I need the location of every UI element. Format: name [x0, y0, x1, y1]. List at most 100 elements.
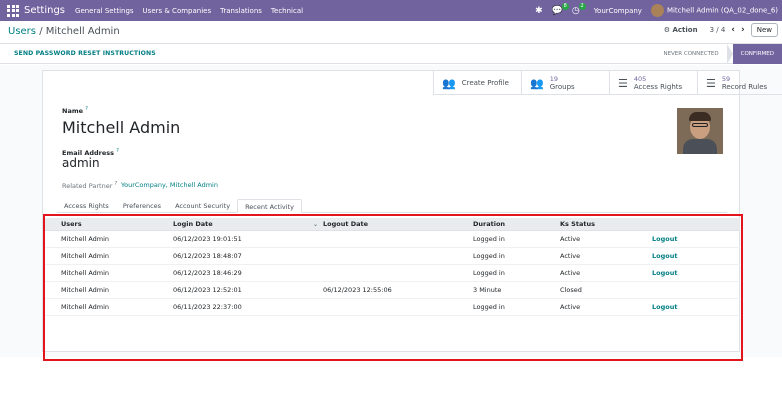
control-panel: Users / Mitchell Admin ⚙ Action 3 / 4 ‹ … [0, 21, 782, 42]
logout-button[interactable]: Logout [652, 235, 677, 243]
user-photo[interactable] [677, 108, 723, 154]
help-icon[interactable]: ? [85, 106, 88, 112]
send-password-reset-button[interactable]: SEND PASSWORD RESET INSTRUCTIONS [14, 50, 156, 57]
logout-button[interactable]: Logout [652, 252, 677, 260]
email-field[interactable]: admin [62, 156, 100, 170]
menu-general-settings[interactable]: General Settings [75, 7, 134, 15]
activity-count-badge: 2 [578, 2, 586, 10]
header-logout-date[interactable]: Logout Date [323, 220, 368, 228]
tab-access-rights[interactable]: Access Rights [57, 199, 116, 212]
breadcrumb-current: Mitchell Admin [45, 26, 120, 37]
cell-user: Mitchell Admin [61, 235, 110, 243]
new-button[interactable]: New [750, 23, 778, 37]
groups-count: 19 [549, 75, 558, 83]
chat-icon[interactable]: 💬 8 [552, 2, 569, 16]
cell-login-date: 06/12/2023 19:01:51 [173, 235, 242, 243]
logout-button[interactable]: Logout [652, 269, 677, 277]
name-label: Name ? [62, 106, 88, 116]
bug-icon[interactable]: ✱ [535, 6, 543, 16]
table-row[interactable]: Mitchell Admin 06/12/2023 18:48:07 Logged … [43, 248, 740, 265]
action-button[interactable]: ⚙ Action [664, 26, 698, 34]
notebook-tabs: Access Rights Preferences Account Securi… [57, 199, 727, 213]
cell-status: Active [560, 269, 581, 277]
breadcrumb-separator: / [36, 26, 46, 37]
help-icon[interactable]: ? [114, 181, 117, 187]
breadcrumb-users[interactable]: Users [8, 26, 36, 37]
users-icon: 👥 [530, 76, 544, 90]
record-rules-button[interactable]: ☰ 59 Record Rules [697, 71, 782, 95]
pager-value[interactable]: 3 / 4 [710, 26, 726, 34]
cell-duration: Logged in [473, 235, 505, 243]
record-rules-count: 59 [721, 75, 731, 83]
cell-status: Active [560, 235, 581, 243]
breadcrumb: Users / Mitchell Admin [8, 26, 120, 37]
cell-status: Active [560, 303, 581, 311]
header-login-date[interactable]: Login Date [173, 220, 213, 228]
cell-duration: 3 Minute [473, 286, 502, 294]
create-profile-label: Create Profile [461, 79, 509, 87]
avatar [650, 4, 664, 17]
table-header: Users Login Date ⌄ Logout Date Duration … [43, 218, 740, 231]
menu-technical[interactable]: Technical [271, 7, 303, 15]
company-switcher[interactable]: YourCompany [594, 7, 642, 15]
cell-status: Closed [560, 286, 582, 294]
partner-label: Related Partner ? [62, 181, 118, 191]
stage-confirmed[interactable]: CONFIRMED [732, 44, 782, 64]
form-sheet: 👥 Create Profile 👥 19 Groups ☰ 405 Access … [42, 70, 782, 352]
cell-login-date: 06/11/2023 22:37:00 [173, 303, 242, 311]
header-ks-status[interactable]: Ks Status [560, 220, 595, 228]
cell-user: Mitchell Admin [61, 252, 110, 260]
user-name: Mitchell Admin (QA_02_done_6) [666, 6, 778, 15]
list-icon: ☰ [706, 76, 716, 90]
access-rights-button[interactable]: ☰ 405 Access Rights [609, 71, 697, 95]
cell-duration: Logged in [473, 303, 505, 311]
user-menu[interactable]: Mitchell Admin (QA_02_done_6) [650, 4, 778, 17]
menu-translations[interactable]: Translations [220, 7, 262, 15]
cell-login-date: 06/12/2023 12:52:01 [173, 286, 242, 294]
access-rights-label: Access Rights [633, 83, 683, 91]
users-icon: 👥 [442, 76, 456, 90]
apps-menu-icon[interactable] [6, 4, 20, 18]
cell-login-date: 06/12/2023 18:46:29 [173, 269, 242, 277]
table-row[interactable]: Mitchell Admin 06/12/2023 18:46:29 Logged … [43, 265, 740, 282]
app-title[interactable]: Settings [24, 5, 65, 16]
stage-never-connected[interactable]: NEVER CONNECTED [655, 44, 726, 64]
record-rules-label: Record Rules [721, 83, 768, 91]
statusbar: SEND PASSWORD RESET INSTRUCTIONS NEVER C… [0, 43, 782, 64]
table-row[interactable]: Mitchell Admin 06/11/2023 22:37:00 Logged … [43, 299, 740, 316]
menu-users-companies[interactable]: Users & Companies [143, 7, 212, 15]
header-users[interactable]: Users [61, 220, 82, 228]
table-row[interactable]: Mitchell Admin 06/12/2023 19:01:51 Logged … [43, 231, 740, 248]
pager-next-icon[interactable]: › [741, 25, 745, 35]
cell-duration: Logged in [473, 252, 505, 260]
groups-button[interactable]: 👥 19 Groups [521, 71, 609, 95]
cell-login-date: 06/12/2023 18:48:07 [173, 252, 242, 260]
tab-recent-activity[interactable]: Recent Activity [237, 199, 302, 213]
cell-duration: Logged in [473, 269, 505, 277]
logout-button[interactable]: Logout [652, 303, 677, 311]
groups-label: Groups [549, 83, 575, 91]
table-row[interactable]: Mitchell Admin 06/12/2023 12:52:01 06/12/2… [43, 282, 740, 299]
partner-field[interactable]: YourCompany, Mitchell Admin [121, 181, 218, 189]
name-field[interactable]: Mitchell Admin [62, 118, 180, 137]
cell-logout-date: 06/12/2023 12:55:06 [323, 286, 392, 294]
help-icon[interactable]: ? [116, 148, 119, 154]
recent-activity-table: Users Login Date ⌄ Logout Date Duration … [43, 218, 740, 316]
cell-status: Active [560, 252, 581, 260]
chat-count-badge: 8 [561, 2, 569, 10]
sort-down-icon[interactable]: ⌄ [313, 221, 318, 228]
tab-account-security[interactable]: Account Security [168, 199, 237, 212]
clock-icon[interactable]: ◷ 2 [572, 2, 586, 16]
pager-previous-icon[interactable]: ‹ [731, 25, 735, 35]
status-stages: NEVER CONNECTED CONFIRMED [655, 44, 782, 64]
cell-user: Mitchell Admin [61, 303, 110, 311]
cell-user: Mitchell Admin [61, 269, 110, 277]
header-duration[interactable]: Duration [473, 220, 505, 228]
create-profile-button[interactable]: 👥 Create Profile [433, 71, 521, 95]
cell-user: Mitchell Admin [61, 286, 110, 294]
tab-preferences[interactable]: Preferences [116, 199, 168, 212]
list-icon: ☰ [618, 76, 628, 90]
top-navbar: Settings General Settings Users & Compan… [0, 0, 782, 21]
access-rights-count: 405 [633, 75, 647, 83]
smart-button-box: 👥 Create Profile 👥 19 Groups ☰ 405 Access … [433, 71, 782, 95]
